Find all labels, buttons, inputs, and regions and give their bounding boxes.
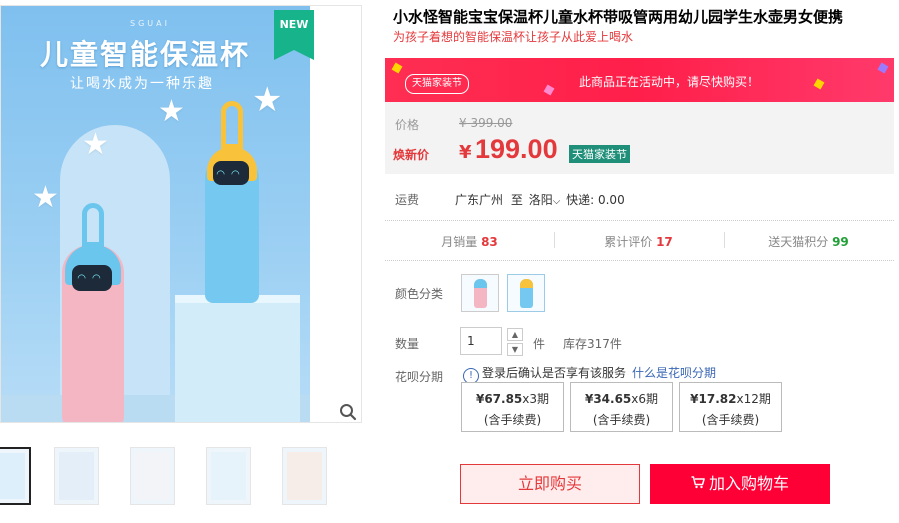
thumbnail-3[interactable]	[130, 447, 175, 505]
original-price-label: 价格	[395, 118, 420, 132]
huabei-label: 花呗分期	[395, 370, 444, 384]
thumbnail-2[interactable]	[54, 447, 99, 505]
currency-symbol: ¥	[459, 142, 472, 163]
buy-now-button[interactable]: 立即购买	[460, 464, 640, 504]
reward-points-value: 99	[832, 235, 849, 249]
plan-period: x3期	[522, 392, 550, 406]
plan-amount: ¥67.85	[475, 392, 523, 406]
review-count[interactable]: 累计评价 17	[554, 233, 723, 250]
confetti-decoration	[391, 62, 403, 74]
plan-amount: ¥17.82	[690, 392, 737, 406]
reward-points: 送天猫积分 99	[724, 233, 893, 250]
reward-points-label: 送天猫积分	[768, 235, 829, 249]
ship-fee: 快递: 0.00	[566, 193, 625, 207]
plan-fee: (含手续费)	[701, 413, 760, 427]
ship-to: 洛阳	[528, 193, 553, 207]
event-badge: 天猫家装节	[569, 145, 630, 163]
plan-period: x12期	[736, 392, 771, 406]
review-count-label: 累计评价	[604, 235, 653, 249]
thumbnail-1[interactable]	[0, 447, 31, 505]
quantity-decrease-button[interactable]: ▼	[507, 343, 523, 356]
product-subtitle: 为孩子着想的智能保温杯让孩子从此爱上喝水	[393, 30, 634, 44]
add-to-cart-button[interactable]: 加入购物车	[650, 464, 830, 504]
stock-count: 库存317件	[563, 337, 622, 351]
review-count-value: 17	[656, 235, 673, 249]
plan-fee: (含手续费)	[592, 413, 651, 427]
shipping-info: 广东广州 至 洛阳⌵ 快递: 0.00	[455, 191, 625, 208]
monthly-sales-value: 83	[481, 235, 498, 249]
main-product-image[interactable]: SGUAI 儿童智能保温杯 让喝水成为一种乐趣 ★ ★ ★ ★ ◠◠ ◠◠ NE…	[0, 5, 362, 423]
thumbnail-4[interactable]	[206, 447, 251, 505]
quantity-label: 数量	[395, 337, 420, 351]
plan-period: x6期	[631, 392, 659, 406]
quantity-increase-button[interactable]: ▲	[507, 328, 523, 341]
promo-banner: 天猫家装节 此商品正在活动中，请尽快购买！	[385, 58, 894, 102]
promo-price-label: 焕新价	[393, 148, 430, 162]
promo-price: 199.00	[475, 134, 558, 164]
shipping-row: 运费 广东广州 至 洛阳⌵ 快递: 0.00	[385, 178, 894, 221]
quantity-unit: 件	[533, 337, 546, 351]
promo-tag: 天猫家装节	[405, 74, 469, 94]
ship-from: 广东广州	[455, 193, 504, 207]
installment-plan-3[interactable]: ¥67.85x3期 (含手续费)	[461, 382, 564, 432]
color-swatch-blue[interactable]	[507, 274, 545, 312]
thumbnail-5[interactable]	[282, 447, 327, 505]
confetti-decoration	[813, 78, 825, 90]
stats-row: 月销量 83 累计评价 17 送天猫积分 99	[385, 222, 894, 261]
add-to-cart-label: 加入购物车	[708, 474, 789, 493]
plan-amount: ¥34.65	[584, 392, 632, 406]
installment-plan-6[interactable]: ¥34.65x6期 (含手续费)	[570, 382, 673, 432]
huabei-note: ! 登录后确认是否享有该服务 什么是花呗分期	[463, 364, 716, 384]
shipping-label: 运费	[395, 193, 420, 207]
huabei-help-link[interactable]: 什么是花呗分期	[632, 366, 716, 380]
product-title: 小水怪智能宝宝保温杯儿童水杯带吸管两用幼儿园学生水壶男女便携	[393, 8, 844, 26]
chevron-down-icon: ⌵	[552, 196, 561, 207]
color-swatch-pink[interactable]	[461, 274, 499, 312]
cart-icon	[691, 465, 705, 505]
confetti-decoration	[543, 84, 555, 96]
price-panel: 价格 ¥ 399.00 焕新价 ¥ 199.00 天猫家装节	[385, 102, 894, 174]
installment-plan-12[interactable]: ¥17.82x12期 (含手续费)	[679, 382, 782, 432]
promo-text: 此商品正在活动中，请尽快购买！	[579, 75, 760, 89]
ship-to-word: 至	[510, 193, 523, 207]
huabei-note-text: 登录后确认是否享有该服务	[482, 366, 627, 380]
image-border	[0, 5, 362, 423]
monthly-sales: 月销量 83	[385, 233, 554, 250]
original-price: ¥ 399.00	[459, 116, 513, 130]
confetti-decoration	[877, 62, 889, 74]
color-label: 颜色分类	[395, 287, 444, 301]
plan-fee: (含手续费)	[483, 413, 542, 427]
monthly-sales-label: 月销量	[441, 235, 478, 249]
quantity-input[interactable]: 1	[460, 327, 502, 355]
ship-to-select[interactable]: 洛阳⌵	[529, 193, 564, 207]
